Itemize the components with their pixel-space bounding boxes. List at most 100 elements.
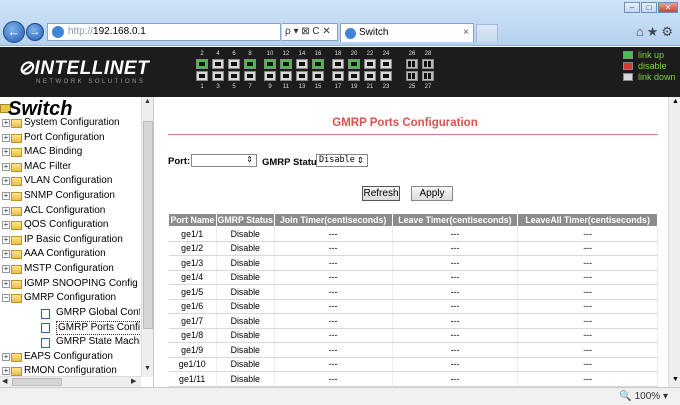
scroll-right-icon[interactable]: ▶ — [131, 377, 136, 385]
column-header: Join Timer(centiseconds) — [273, 213, 393, 227]
scroll-up-icon[interactable]: ▲ — [144, 98, 151, 105]
refresh-button[interactable]: Refresh — [362, 186, 400, 201]
port-select[interactable]: ⇕ — [191, 154, 257, 167]
sidebar-item-igmp-snooping-config[interactable]: + IGMP SNOOPING Config — [0, 277, 140, 292]
port-icon[interactable] — [422, 71, 434, 81]
scroll-down-icon[interactable]: ▼ — [672, 376, 679, 383]
sidebar-item-aaa-configuration[interactable]: + AAA Configuration — [0, 247, 140, 262]
port-icon[interactable] — [312, 71, 324, 81]
scroll-up-icon[interactable]: ▲ — [672, 98, 679, 105]
expand-icon[interactable]: + — [2, 367, 10, 376]
column-header: LeaveAll Timer(centiseconds) — [517, 213, 658, 227]
port-icon[interactable] — [332, 71, 344, 81]
favorites-star-icon[interactable]: ★ — [647, 24, 662, 39]
port-icon[interactable] — [264, 59, 276, 69]
collapse-icon[interactable]: − — [2, 294, 10, 303]
scroll-left-icon[interactable]: ◀ — [2, 377, 7, 385]
sidebar-item-mac-binding[interactable]: + MAC Binding — [0, 145, 140, 160]
sidebar-item-gmrp-global-configur[interactable]: +GMRP Global Configur — [0, 306, 140, 321]
port-icon[interactable] — [422, 59, 434, 69]
port-icon[interactable] — [348, 71, 360, 81]
sidebar-item-gmrp-state-machine[interactable]: +GMRP State Machine — [0, 335, 140, 350]
port-icon[interactable] — [364, 59, 376, 69]
port-icon[interactable] — [348, 59, 360, 69]
expand-icon[interactable]: + — [2, 206, 10, 215]
table-row: ge1/10 Disable --- --- --- — [168, 357, 658, 372]
sidebar-item-ip-basic-configuration[interactable]: + IP Basic Configuration — [0, 233, 140, 248]
port-icon[interactable] — [212, 71, 224, 81]
expand-icon[interactable]: + — [2, 352, 10, 361]
port-icon[interactable] — [280, 71, 292, 81]
back-button[interactable]: ← — [3, 21, 25, 43]
sidebar-item-mstp-configuration[interactable]: + MSTP Configuration — [0, 262, 140, 277]
sidebar-item-port-configuration[interactable]: + Port Configuration — [0, 131, 140, 146]
port-icon[interactable] — [380, 59, 392, 69]
sidebar-item-vlan-configuration[interactable]: + VLAN Configuration — [0, 174, 140, 189]
tab-switch[interactable]: Switch × — [340, 23, 474, 42]
sidebar-hscroll-thumb[interactable] — [12, 378, 62, 386]
sidebar-item-eaps-configuration[interactable]: + EAPS Configuration — [0, 350, 140, 365]
scroll-down-icon[interactable]: ▼ — [144, 365, 151, 372]
expand-icon[interactable]: + — [2, 119, 10, 127]
port-icon[interactable] — [244, 59, 256, 69]
apply-button[interactable]: Apply — [411, 186, 453, 201]
sidebar-item-gmrp-ports-configura[interactable]: +GMRP Ports Configura — [0, 320, 140, 335]
sidebar-vscroll-thumb[interactable] — [143, 121, 153, 329]
port-icon[interactable] — [364, 71, 376, 81]
port-icon[interactable] — [380, 71, 392, 81]
expand-icon[interactable]: + — [2, 148, 10, 157]
port-icon[interactable] — [296, 71, 308, 81]
expand-icon[interactable]: + — [2, 177, 10, 186]
address-tools[interactable]: ρ ▾ ⊠ C ✕ — [282, 23, 338, 41]
expand-icon[interactable]: + — [2, 221, 10, 230]
close-window-icon[interactable]: ✕ — [658, 2, 678, 13]
zoom-level[interactable]: 🔍 100% ▾ — [619, 391, 668, 402]
port-icon[interactable] — [406, 71, 418, 81]
expand-icon[interactable]: + — [2, 133, 10, 142]
port-label: Port: — [168, 156, 191, 167]
maximize-icon[interactable]: □ — [641, 2, 657, 13]
port-number-label: 1 — [200, 84, 204, 90]
sidebar-item-gmrp-configuration[interactable]: − GMRP Configuration — [0, 291, 140, 306]
forward-button[interactable]: → — [26, 23, 44, 41]
port-icon[interactable] — [228, 71, 240, 81]
sidebar-item-snmp-configuration[interactable]: + SNMP Configuration — [0, 189, 140, 204]
tab-close-icon[interactable]: × — [463, 24, 469, 42]
table-cell: --- — [274, 342, 393, 358]
sidebar-vscrollbar[interactable]: ▲ ▼ — [141, 97, 153, 377]
gmrp-status-select[interactable]: Disable ⇕ — [316, 154, 368, 167]
sidebar-item-label: MAC Filter — [24, 160, 72, 172]
sidebar-item-label: QOS Configuration — [24, 219, 109, 231]
port-icon[interactable] — [212, 59, 224, 69]
expand-icon[interactable]: + — [2, 250, 10, 259]
main-vscrollbar[interactable]: ▲ ▼ — [668, 97, 680, 387]
home-icon[interactable]: ⌂ — [636, 24, 647, 39]
port-icon[interactable] — [196, 59, 208, 69]
expand-icon[interactable]: + — [2, 191, 10, 200]
expand-icon[interactable]: + — [2, 162, 10, 171]
port-icon[interactable] — [406, 59, 418, 69]
sidebar-item-system-configuration[interactable]: + System Configuration — [0, 116, 140, 131]
table-row: ge1/5 Disable --- --- --- — [168, 284, 658, 300]
new-tab-button[interactable] — [476, 24, 498, 42]
address-bar[interactable]: http://192.168.0.1 — [47, 23, 281, 41]
port-icon[interactable] — [280, 59, 292, 69]
sidebar-item-mac-filter[interactable]: + MAC Filter — [0, 160, 140, 175]
sidebar-item-acl-configuration[interactable]: + ACL Configuration — [0, 204, 140, 219]
expand-icon[interactable]: + — [2, 264, 10, 273]
settings-gear-icon[interactable]: ⚙ — [661, 24, 676, 39]
port-icon[interactable] — [196, 71, 208, 81]
expand-icon[interactable]: + — [2, 235, 10, 244]
port-icon[interactable] — [264, 71, 276, 81]
port-icon[interactable] — [332, 59, 344, 69]
port-icon[interactable] — [228, 59, 240, 69]
port-icon[interactable] — [312, 59, 324, 69]
sidebar-item-label: IP Basic Configuration — [24, 233, 123, 245]
minimize-icon[interactable]: – — [624, 2, 640, 13]
sidebar-item-qos-configuration[interactable]: + QOS Configuration — [0, 218, 140, 233]
port-icon[interactable] — [296, 59, 308, 69]
port-icon[interactable] — [244, 71, 256, 81]
folder-icon — [11, 206, 22, 216]
expand-icon[interactable]: + — [2, 279, 10, 288]
sidebar-hscrollbar[interactable]: ◀ ▶ — [0, 376, 141, 387]
